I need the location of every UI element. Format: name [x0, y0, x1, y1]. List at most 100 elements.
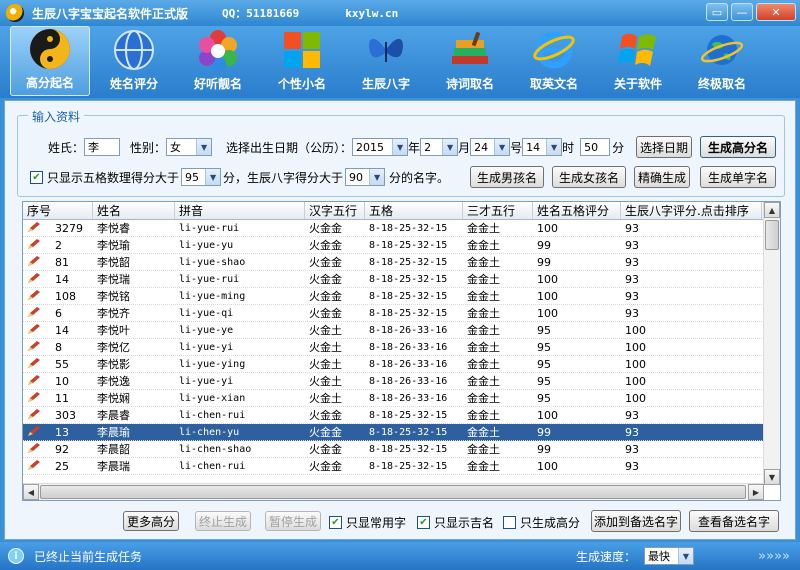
- surname-input[interactable]: 李: [84, 138, 121, 156]
- minute-input[interactable]: 50: [580, 138, 611, 156]
- feedback-button[interactable]: ▭: [706, 3, 728, 21]
- generate-single-char-button[interactable]: 生成单字名: [700, 166, 776, 188]
- surname-label: 姓氏：: [48, 140, 85, 155]
- tool-ultimate-naming[interactable]: 终极取名: [682, 26, 762, 96]
- gender-select[interactable]: 女 ▼: [166, 138, 213, 156]
- horizontal-scrollbar[interactable]: ◀ ▶: [23, 483, 764, 500]
- high-only-checkbox[interactable]: [503, 516, 516, 529]
- column-header[interactable]: 生辰八字评分.点击排序: [621, 202, 762, 219]
- scroll-left-button[interactable]: ◀: [23, 484, 39, 500]
- day-select[interactable]: 24 ▼: [470, 138, 511, 156]
- table-row[interactable]: 81 李悦韶 li-yue-shao 火金金 8-18-25-32-15 金金土 99 93: [23, 254, 780, 271]
- table-row[interactable]: 11 李悦娴 li-yue-xian 火金土 8-18-26-33-16 金金土 95 100: [23, 390, 780, 407]
- table-row[interactable]: 108 李悦铭 li-yue-ming 火金金 8-18-25-32-15 金金土 100 9…: [23, 288, 780, 305]
- table-cell: li-yue-rui: [179, 222, 240, 234]
- more-high-score-button[interactable]: 更多高分: [123, 511, 179, 531]
- pencil-icon: [27, 238, 41, 253]
- vertical-scrollbar[interactable]: ▲ ▼: [763, 202, 780, 485]
- bazi-min-select[interactable]: 90 ▼: [345, 168, 386, 186]
- table-cell: 李晨韶: [97, 443, 130, 456]
- close-icon: ✕: [771, 5, 781, 19]
- tool-nice-names[interactable]: 好听靓名: [178, 26, 258, 96]
- column-header[interactable]: 汉字五行: [305, 202, 365, 219]
- table-cell: 李悦娴: [97, 392, 130, 405]
- bottom-actions: 更多高分 终止生成 暂停生成 ✔ 只显常用字 ✔ 只显示吉名 只生成高分 添加到…: [5, 510, 795, 537]
- table-row[interactable]: 10 李悦逸 li-yue-yi 火金土 8-18-26-33-16 金金土 95 100: [23, 373, 780, 390]
- table-cell: 95: [537, 340, 551, 354]
- column-header[interactable]: 拼音: [175, 202, 305, 219]
- table-cell: li-yue-xian: [179, 392, 246, 404]
- chevron-down-icon: ▼: [196, 139, 212, 155]
- tool-name-score[interactable]: 姓名评分: [94, 26, 174, 96]
- table-cell: 100: [537, 289, 558, 303]
- wuge-min-select[interactable]: 95 ▼: [181, 168, 222, 186]
- column-header[interactable]: 五格: [365, 202, 463, 219]
- column-header[interactable]: 姓名: [93, 202, 175, 219]
- scroll-thumb[interactable]: [765, 220, 779, 250]
- table-cell: li-chen-yu: [179, 426, 240, 438]
- speed-select[interactable]: 最快 ▼: [644, 547, 694, 565]
- scroll-right-button[interactable]: ▶: [748, 484, 764, 500]
- pencil-icon: [27, 459, 41, 474]
- hour-select[interactable]: 14 ▼: [522, 138, 563, 156]
- table-row[interactable]: 25 李晨瑞 li-chen-rui 火金金 8-18-25-32-15 金金土 100 93: [23, 458, 780, 475]
- table-row[interactable]: 13 李晨瑜 li-chen-yu 火金金 8-18-25-32-15 金金土 99 93: [23, 424, 780, 441]
- table-row[interactable]: 8 李悦亿 li-yue-yi 火金土 8-18-26-33-16 金金土 95 100: [23, 339, 780, 356]
- row-id: 2: [55, 238, 62, 252]
- table-row[interactable]: 303 李晨睿 li-chen-rui 火金金 8-18-25-32-15 金金土 100 9…: [23, 407, 780, 424]
- close-button[interactable]: ✕: [756, 3, 796, 21]
- table-cell: 99: [537, 425, 551, 439]
- scroll-up-button[interactable]: ▲: [764, 202, 780, 218]
- view-backup-button[interactable]: 查看备选名字: [689, 510, 779, 532]
- tool-about[interactable]: 关于软件: [598, 26, 678, 96]
- table-cell: li-chen-rui: [179, 460, 246, 472]
- tool-birth-bazi[interactable]: 生辰八字: [346, 26, 426, 96]
- table-cell: 8-18-26-33-16: [369, 341, 448, 353]
- common-only-checkbox[interactable]: ✔: [329, 516, 342, 529]
- table-body: 3279 李悦睿 li-yue-rui 火金金 8-18-25-32-15 金金土 100 9…: [23, 220, 780, 475]
- table-row[interactable]: 3279 李悦睿 li-yue-rui 火金金 8-18-25-32-15 金金土 100 9…: [23, 220, 780, 237]
- tool-poetry-naming[interactable]: 诗词取名: [430, 26, 510, 96]
- speed-label: 生成速度：: [576, 549, 637, 564]
- year-select[interactable]: 2015 ▼: [352, 138, 409, 156]
- tool-high-score-naming[interactable]: 高分起名: [10, 26, 90, 96]
- month-select[interactable]: 2 ▼: [420, 138, 459, 156]
- table-cell: 93: [625, 459, 639, 473]
- scroll-down-button[interactable]: ▼: [764, 469, 780, 485]
- table-cell: 8-18-25-32-15: [369, 443, 448, 455]
- pencil-icon: [27, 357, 41, 372]
- lucky-only-checkbox[interactable]: ✔: [417, 516, 430, 529]
- column-header[interactable]: 姓名五格评分: [533, 202, 621, 219]
- table-row[interactable]: 14 李悦瑞 li-yue-rui 火金金 8-18-25-32-15 金金土 100 93: [23, 271, 780, 288]
- hscroll-thumb[interactable]: [40, 485, 746, 499]
- table-row[interactable]: 92 李晨韶 li-chen-shao 火金金 8-18-25-32-15 金金土 99 93: [23, 441, 780, 458]
- table-cell: 93: [625, 289, 639, 303]
- table-row[interactable]: 6 李悦齐 li-yue-qi 火金金 8-18-25-32-15 金金土 100 93: [23, 305, 780, 322]
- table-cell: 95: [537, 374, 551, 388]
- column-header[interactable]: 三才五行: [463, 202, 533, 219]
- tool-english-name[interactable]: 取英文名: [514, 26, 594, 96]
- table-cell: li-yue-rui: [179, 273, 240, 285]
- table-cell: 100: [537, 221, 558, 235]
- generate-girl-button[interactable]: 生成女孩名: [552, 166, 626, 188]
- row-id: 8: [55, 340, 62, 354]
- table-cell: li-yue-ye: [179, 324, 234, 336]
- table-row[interactable]: 2 李悦瑜 li-yue-yu 火金金 8-18-25-32-15 金金土 99 93: [23, 237, 780, 254]
- stop-generate-button[interactable]: 终止生成: [195, 511, 251, 531]
- minimize-button[interactable]: —: [731, 3, 753, 21]
- add-to-backup-button[interactable]: 添加到备选名字: [591, 510, 681, 532]
- pause-generate-button[interactable]: 暂停生成: [265, 511, 321, 531]
- generate-boy-button[interactable]: 生成男孩名: [470, 166, 544, 188]
- table-row[interactable]: 55 李悦影 li-yue-ying 火金土 8-18-26-33-16 金金土 95 100: [23, 356, 780, 373]
- table-cell: 李悦铭: [97, 290, 130, 303]
- tool-nicknames[interactable]: 个性小名: [262, 26, 342, 96]
- table-cell: 李悦叶: [97, 324, 130, 337]
- table-row[interactable]: 14 李悦叶 li-yue-ye 火金土 8-18-26-33-16 金金土 95 100: [23, 322, 780, 339]
- precise-generate-button[interactable]: 精确生成: [634, 166, 690, 188]
- generate-high-score-button[interactable]: 生成高分名: [700, 136, 776, 158]
- column-header[interactable]: 序号: [23, 202, 93, 219]
- filter-checkbox[interactable]: ✔: [30, 170, 43, 184]
- pick-date-button[interactable]: 选择日期: [636, 136, 692, 158]
- table-cell: 93: [625, 221, 639, 235]
- table-cell: 100: [625, 340, 646, 354]
